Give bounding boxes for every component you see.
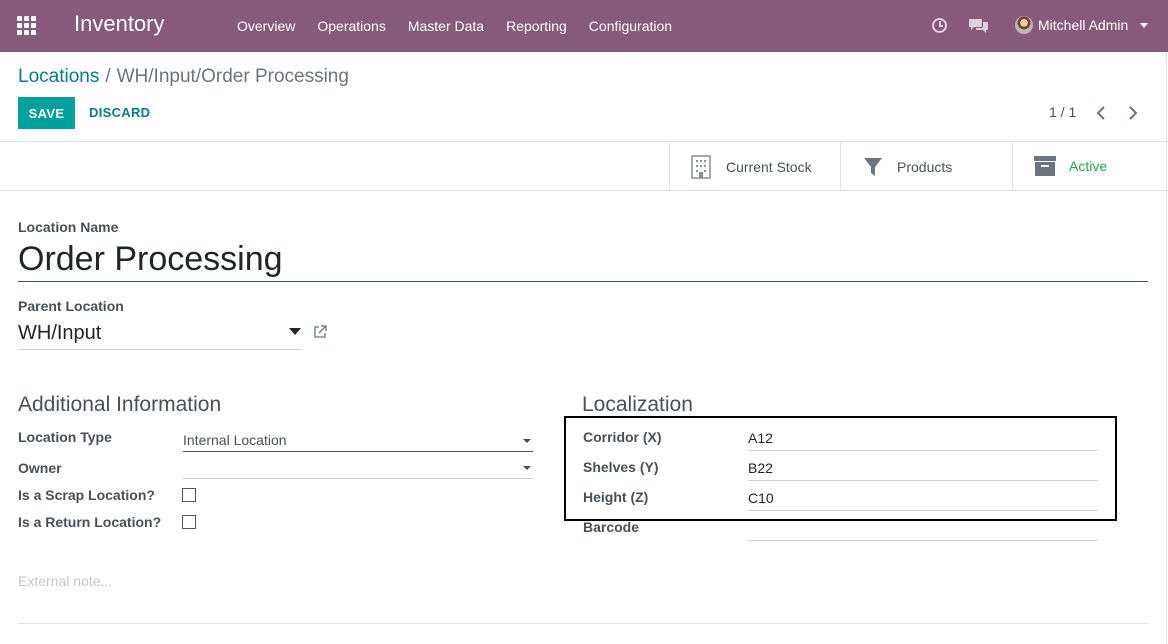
save-button[interactable]: SAVE xyxy=(18,97,75,129)
app-brand[interactable]: Inventory xyxy=(74,11,165,37)
barcode-input[interactable] xyxy=(748,516,1098,541)
archive-icon xyxy=(1034,156,1056,176)
avatar[interactable] xyxy=(1015,16,1033,34)
current-stock-button[interactable]: Current Stock xyxy=(669,142,840,190)
menu-item-overview[interactable]: Overview xyxy=(226,0,306,52)
height-input[interactable]: C10 xyxy=(748,486,1098,511)
dropdown-caret-icon xyxy=(523,466,531,470)
owner-select[interactable] xyxy=(183,456,533,479)
menu-item-master-data[interactable]: Master Data xyxy=(397,0,495,52)
barcode-label: Barcode xyxy=(583,519,640,535)
corridor-label: Corridor (X) xyxy=(583,429,662,445)
scrap-location-checkbox[interactable] xyxy=(182,488,196,502)
breadcrumb-separator: / xyxy=(105,66,111,87)
menu-item-operations[interactable]: Operations xyxy=(306,0,396,52)
sheet-border xyxy=(1166,52,1167,644)
menu-item-reporting[interactable]: Reporting xyxy=(495,0,578,52)
height-label: Height (Z) xyxy=(583,489,649,505)
user-menu-name[interactable]: Mitchell Admin xyxy=(1038,17,1128,33)
localization-title: Localization xyxy=(582,393,693,416)
dropdown-caret-icon[interactable] xyxy=(289,328,301,335)
chevron-right-icon[interactable] xyxy=(1124,105,1140,121)
return-location-label: Is a Return Location? xyxy=(18,514,162,530)
filter-icon xyxy=(864,158,882,176)
location-type-select[interactable]: Internal Location xyxy=(183,429,533,452)
main-menu: Overview Operations Master Data Reportin… xyxy=(226,0,683,52)
corridor-input[interactable]: A12 xyxy=(748,426,1098,451)
parent-location-field[interactable]: WH/Input xyxy=(18,318,302,350)
dropdown-caret-icon xyxy=(523,439,531,443)
breadcrumb-current: WH/Input/Order Processing xyxy=(116,66,349,87)
menu-item-configuration[interactable]: Configuration xyxy=(578,0,683,52)
breadcrumb-parent[interactable]: Locations xyxy=(18,66,99,87)
top-navbar: Inventory Overview Operations Master Dat… xyxy=(0,0,1168,52)
scrap-location-label: Is a Scrap Location? xyxy=(18,487,155,503)
return-location-checkbox[interactable] xyxy=(182,515,196,529)
additional-info-title: Additional Information xyxy=(18,393,222,416)
active-toggle-button[interactable]: Active xyxy=(1012,142,1166,190)
pager-value[interactable]: 1 / 1 xyxy=(1049,104,1076,120)
products-label: Products xyxy=(897,159,953,175)
chevron-left-icon[interactable] xyxy=(1094,105,1110,121)
owner-label: Owner xyxy=(18,460,62,476)
current-stock-label: Current Stock xyxy=(726,159,812,175)
location-type-label: Location Type xyxy=(18,429,112,445)
location-name-input[interactable]: Order Processing xyxy=(18,238,1148,282)
breadcrumb: Locations / WH/Input/Order Processing xyxy=(18,66,349,88)
clock-icon[interactable] xyxy=(932,18,947,33)
parent-location-label: Parent Location xyxy=(18,298,124,314)
location-type-value: Internal Location xyxy=(183,432,287,448)
chat-icon[interactable] xyxy=(969,17,989,35)
shelves-label: Shelves (Y) xyxy=(583,459,659,475)
building-icon xyxy=(691,155,711,179)
products-button[interactable]: Products xyxy=(840,142,1012,190)
location-name-label: Location Name xyxy=(18,219,119,235)
divider xyxy=(0,190,1168,191)
discard-button[interactable]: DISCARD xyxy=(89,97,150,129)
chevron-down-icon[interactable] xyxy=(1140,23,1148,28)
external-note-field[interactable]: External note... xyxy=(18,566,1148,624)
external-link-icon[interactable] xyxy=(313,325,327,339)
shelves-input[interactable]: B22 xyxy=(748,456,1098,481)
active-label: Active xyxy=(1069,158,1108,174)
apps-grid-icon[interactable] xyxy=(17,16,37,36)
